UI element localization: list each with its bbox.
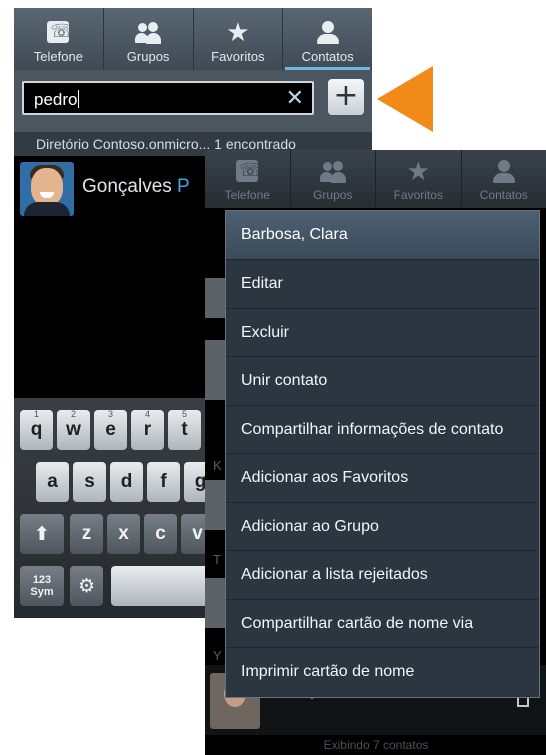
background-avatar xyxy=(205,340,225,400)
section-letter: K xyxy=(213,458,222,473)
menu-item-imprimir-cartao[interactable]: Imprimir cartão de nome xyxy=(226,648,539,697)
result-name: Gonçalves P xyxy=(82,176,190,197)
phone-icon xyxy=(45,21,73,45)
avatar xyxy=(20,162,74,216)
tab-grupos[interactable]: Grupos xyxy=(291,150,376,208)
groups-icon xyxy=(319,160,346,184)
context-menu-title: Barbosa, Clara xyxy=(226,211,539,260)
tab-favoritos[interactable]: ★ Favoritos xyxy=(376,150,462,208)
tab-favoritos[interactable]: ★ Favoritos xyxy=(194,8,284,70)
key-d[interactable]: d xyxy=(110,462,143,502)
tab-contatos[interactable]: Contatos xyxy=(283,8,372,70)
key-e[interactable]: 3e xyxy=(94,409,127,450)
key-c[interactable]: c xyxy=(144,514,177,554)
tab-bar: Telefone Grupos ★ Favoritos Contatos xyxy=(14,8,372,70)
search-row: pedro ✕ + xyxy=(14,70,372,132)
key-f[interactable]: f xyxy=(147,462,180,502)
menu-item-compartilhar-informacoes[interactable]: Compartilhar informações de contato xyxy=(226,406,539,454)
tab-contatos[interactable]: Contatos xyxy=(462,150,546,208)
menu-item-compartilhar-cartao[interactable]: Compartilhar cartão de nome via xyxy=(226,600,539,648)
tab-grupos[interactable]: Grupos xyxy=(104,8,194,70)
phone-icon xyxy=(234,160,262,184)
close-icon[interactable]: ✕ xyxy=(286,87,304,111)
contact-icon xyxy=(491,160,517,184)
shift-key[interactable]: ⬆ xyxy=(20,514,64,554)
tab-telefone[interactable]: Telefone xyxy=(205,150,291,208)
key-w[interactable]: 2w xyxy=(57,409,90,450)
star-icon: ★ xyxy=(226,18,250,48)
menu-item-adicionar-rejeitados[interactable]: Adicionar a lista rejeitados xyxy=(226,551,539,600)
section-letter: T xyxy=(213,552,221,567)
tab-label: Contatos xyxy=(479,188,528,202)
tab-label: Grupos xyxy=(126,49,170,64)
section-letter: Y xyxy=(213,648,222,663)
menu-item-adicionar-grupo[interactable]: Adicionar ao Grupo xyxy=(226,503,539,551)
contacts-count: Exibindo 7 contatos xyxy=(323,738,429,752)
tab-label: Telefone xyxy=(224,188,270,202)
tab-label: Grupos xyxy=(313,188,353,202)
search-value: pedro xyxy=(34,90,80,109)
context-menu: Barbosa, Clara Editar Excluir Unir conta… xyxy=(225,210,540,698)
callout-arrow-icon xyxy=(377,66,433,132)
tab-label: Contatos xyxy=(301,49,354,64)
groups-icon xyxy=(135,21,162,45)
menu-item-editar[interactable]: Editar xyxy=(226,260,539,309)
key-x[interactable]: x xyxy=(107,514,140,554)
key-z[interactable]: z xyxy=(70,514,103,554)
gear-icon[interactable]: ⚙ xyxy=(70,566,103,606)
key-s[interactable]: s xyxy=(73,462,106,502)
search-input[interactable]: pedro ✕ xyxy=(22,81,314,115)
background-avatar xyxy=(205,480,225,530)
key-t[interactable]: 5t xyxy=(168,409,201,450)
add-contact-button[interactable]: + xyxy=(328,79,364,115)
tab-label: Favoritos xyxy=(211,49,265,64)
key-q[interactable]: 1q xyxy=(20,409,53,450)
background-avatar xyxy=(205,278,225,318)
tab-label: Favoritos xyxy=(393,188,443,202)
star-icon: ★ xyxy=(406,157,430,187)
menu-item-adicionar-favoritos[interactable]: Adicionar aos Favoritos xyxy=(226,454,539,503)
menu-item-excluir[interactable]: Excluir xyxy=(226,309,539,357)
menu-item-unir-contato[interactable]: Unir contato xyxy=(226,357,539,406)
key-a[interactable]: a xyxy=(36,462,69,502)
contact-icon xyxy=(315,21,341,45)
contact-context-menu-screen: Telefone Grupos ★ Favoritos Contatos K T… xyxy=(205,150,546,755)
symbols-key[interactable]: 123 Sym xyxy=(20,566,64,606)
key-r[interactable]: 4r xyxy=(131,409,164,450)
background-avatar xyxy=(205,578,225,628)
tab-bar: Telefone Grupos ★ Favoritos Contatos xyxy=(205,150,546,208)
tab-telefone[interactable]: Telefone xyxy=(14,8,104,70)
tab-label: Telefone xyxy=(33,49,83,64)
